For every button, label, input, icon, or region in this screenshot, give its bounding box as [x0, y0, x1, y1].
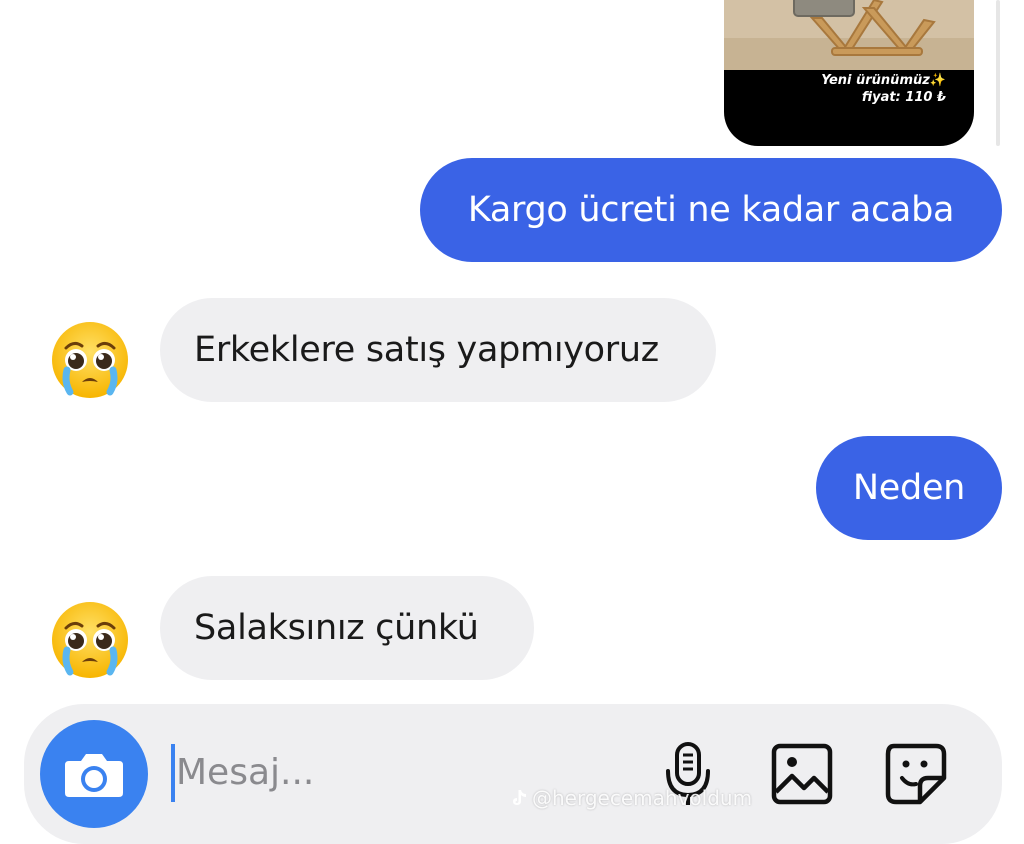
post-caption: Yeni ürünümüz✨ fiyat: 110 ₺ [821, 72, 946, 106]
sparkle-icon: ✨ [929, 73, 946, 88]
product-photo [724, 0, 974, 70]
caption-line-2: fiyat: 110 ₺ [861, 90, 946, 105]
watermark-text: @hergecemahvoldum [532, 786, 753, 810]
pleading-face-emoji-icon [52, 322, 128, 398]
camera-button[interactable] [40, 720, 148, 828]
camera-icon [65, 754, 123, 797]
message-text: Salaksınız çünkü [194, 608, 479, 648]
pleading-face-emoji-icon [52, 602, 128, 678]
message-bubble-incoming[interactable]: Salaksınız çünkü [160, 576, 534, 680]
message-bubble-outgoing[interactable]: Neden [816, 436, 1002, 540]
wooden-stand-illustration [724, 0, 974, 70]
tiktok-icon [513, 790, 526, 805]
sticker-button[interactable] [880, 738, 952, 810]
message-bubble-incoming[interactable]: Erkeklere satış yapmıyoruz [160, 298, 716, 402]
message-text: Erkeklere satış yapmıyoruz [194, 330, 659, 370]
sticker-icon [885, 743, 947, 805]
message-input[interactable]: Mesaj... [176, 752, 314, 793]
message-text: Kargo ücreti ne kadar acaba [467, 190, 955, 230]
message-bubble-outgoing[interactable]: Kargo ücreti ne kadar acaba [420, 158, 1002, 262]
message-text: Neden [852, 468, 966, 508]
caption-line-1: Yeni ürünümüz [821, 73, 930, 88]
shared-post-image[interactable]: Yeni ürünümüz✨ fiyat: 110 ₺ [724, 0, 974, 146]
sender-avatar[interactable] [50, 320, 130, 400]
text-cursor [171, 744, 175, 802]
watermark: @hergecemahvoldum [512, 786, 752, 810]
gallery-button[interactable] [766, 738, 838, 810]
scrollbar[interactable] [996, 0, 1000, 146]
gallery-icon [771, 743, 833, 805]
sender-avatar[interactable] [50, 600, 130, 680]
